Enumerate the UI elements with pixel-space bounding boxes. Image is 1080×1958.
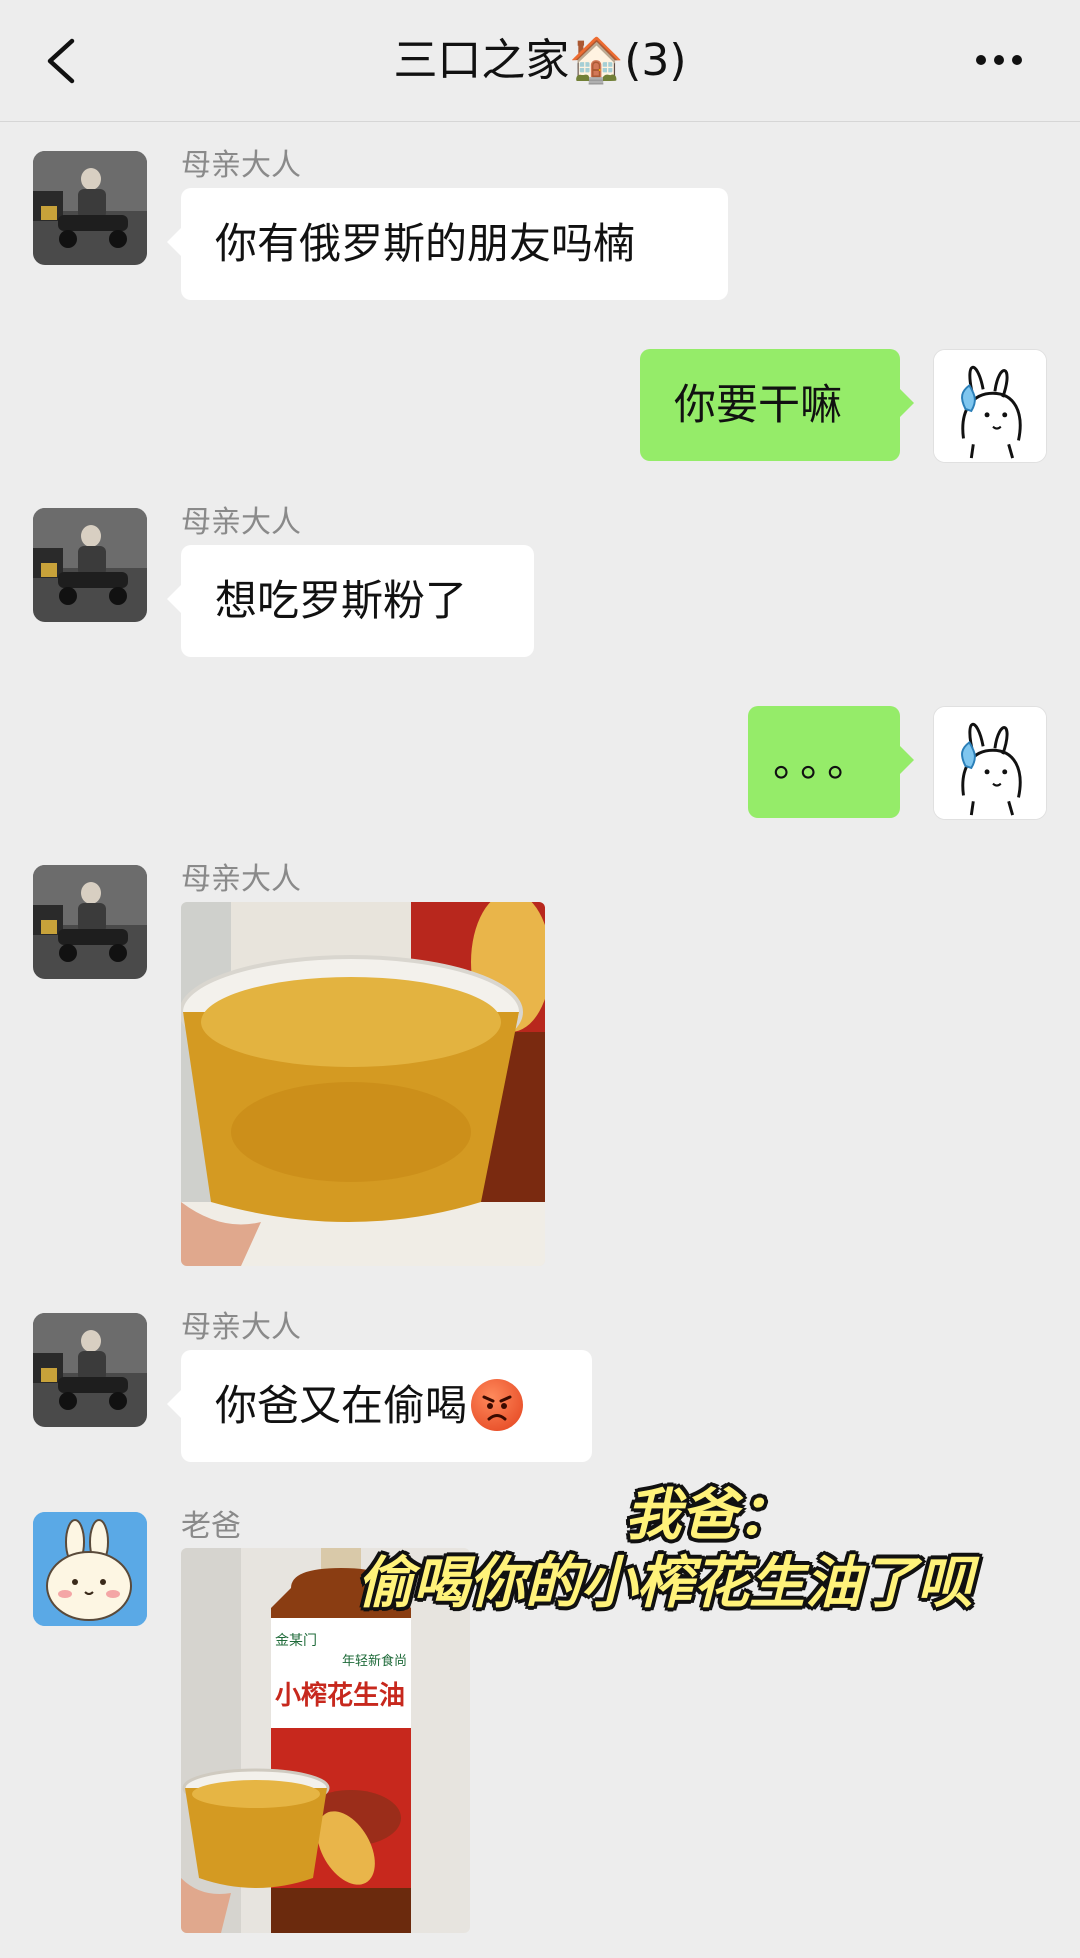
sender-name: 母亲大人 (181, 862, 301, 897)
message-bubble[interactable]: 你有俄罗斯的朋友吗楠 (167, 188, 728, 300)
message-bubble[interactable]: 想吃罗斯粉了 (167, 545, 534, 657)
avatar-dad[interactable] (33, 1512, 147, 1626)
chat-title: 三口之家🏠(3) (393, 35, 687, 86)
avatar-mother[interactable] (33, 508, 147, 622)
avatar-mother[interactable] (33, 151, 147, 265)
avatar-me[interactable] (933, 349, 1047, 463)
product-name: 小榨花生油 (275, 1681, 406, 1711)
message-bubble-outgoing[interactable]: 你要干嘛 (640, 349, 914, 461)
sender-name: 母亲大人 (181, 148, 301, 183)
caption-line-2: 偷喝你的小榨花生油了呗 (357, 1551, 973, 1616)
sender-name: 母亲大人 (181, 1310, 301, 1345)
message-bubble[interactable]: 你爸又在偷喝 (167, 1350, 592, 1462)
chevron-left-icon[interactable] (42, 38, 82, 84)
message-bubble-outgoing[interactable]: 。。。 (748, 706, 914, 818)
more-dots-icon[interactable] (976, 50, 1032, 70)
avatar-me[interactable] (933, 706, 1047, 820)
photo-oil-bowl[interactable] (181, 902, 545, 1266)
product-brand: 金某门 (275, 1633, 317, 1649)
message-text: 你爸又在偷喝 (215, 1381, 468, 1430)
avatar-mother[interactable] (33, 1313, 147, 1427)
product-tag: 年轻新食尚 (341, 1654, 407, 1669)
avatar-mother[interactable] (33, 865, 147, 979)
chat-header: 三口之家🏠(3) (0, 0, 1080, 122)
sender-name: 母亲大人 (181, 505, 301, 540)
angry-face-icon (471, 1378, 524, 1431)
sender-name: 老爸 (181, 1509, 241, 1544)
